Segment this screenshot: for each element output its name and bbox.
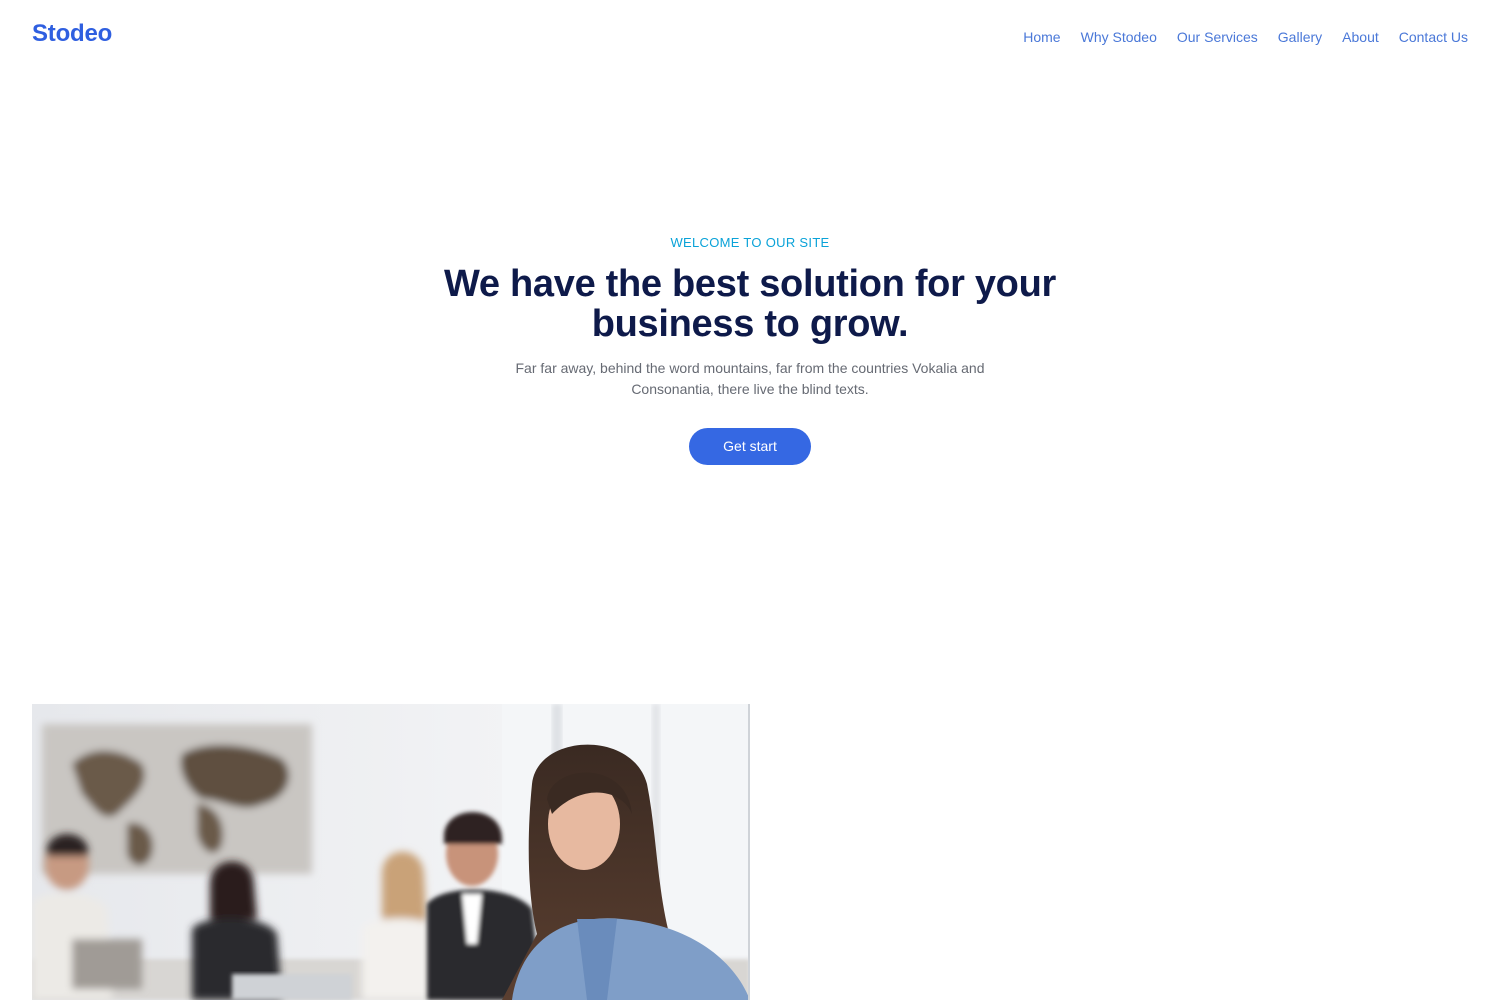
nav-our-services[interactable]: Our Services [1177, 28, 1258, 46]
hero-section: WELCOME TO OUR SITE We have the best sol… [0, 234, 1500, 465]
hero-headline: We have the best solution for your busin… [444, 263, 1056, 345]
hero-eyebrow: WELCOME TO OUR SITE [670, 235, 830, 250]
page: Stodeo Home Why Stodeo Our Services Gall… [0, 0, 1500, 1000]
get-start-button[interactable]: Get start [689, 428, 811, 465]
nav-home[interactable]: Home [1023, 28, 1060, 46]
nav-about[interactable]: About [1342, 28, 1379, 46]
office-meeting-illustration [32, 704, 750, 1000]
hero-subtext: Far far away, behind the word mountains,… [515, 360, 985, 397]
main-nav: Home Why Stodeo Our Services Gallery Abo… [1023, 28, 1468, 46]
nav-gallery[interactable]: Gallery [1278, 28, 1322, 46]
office-meeting-photo [32, 704, 750, 1000]
nav-why-stodeo[interactable]: Why Stodeo [1081, 28, 1157, 46]
nav-contact-us[interactable]: Contact Us [1399, 28, 1468, 46]
site-logo[interactable]: Stodeo [32, 20, 112, 48]
site-header: Stodeo Home Why Stodeo Our Services Gall… [0, 0, 1500, 72]
